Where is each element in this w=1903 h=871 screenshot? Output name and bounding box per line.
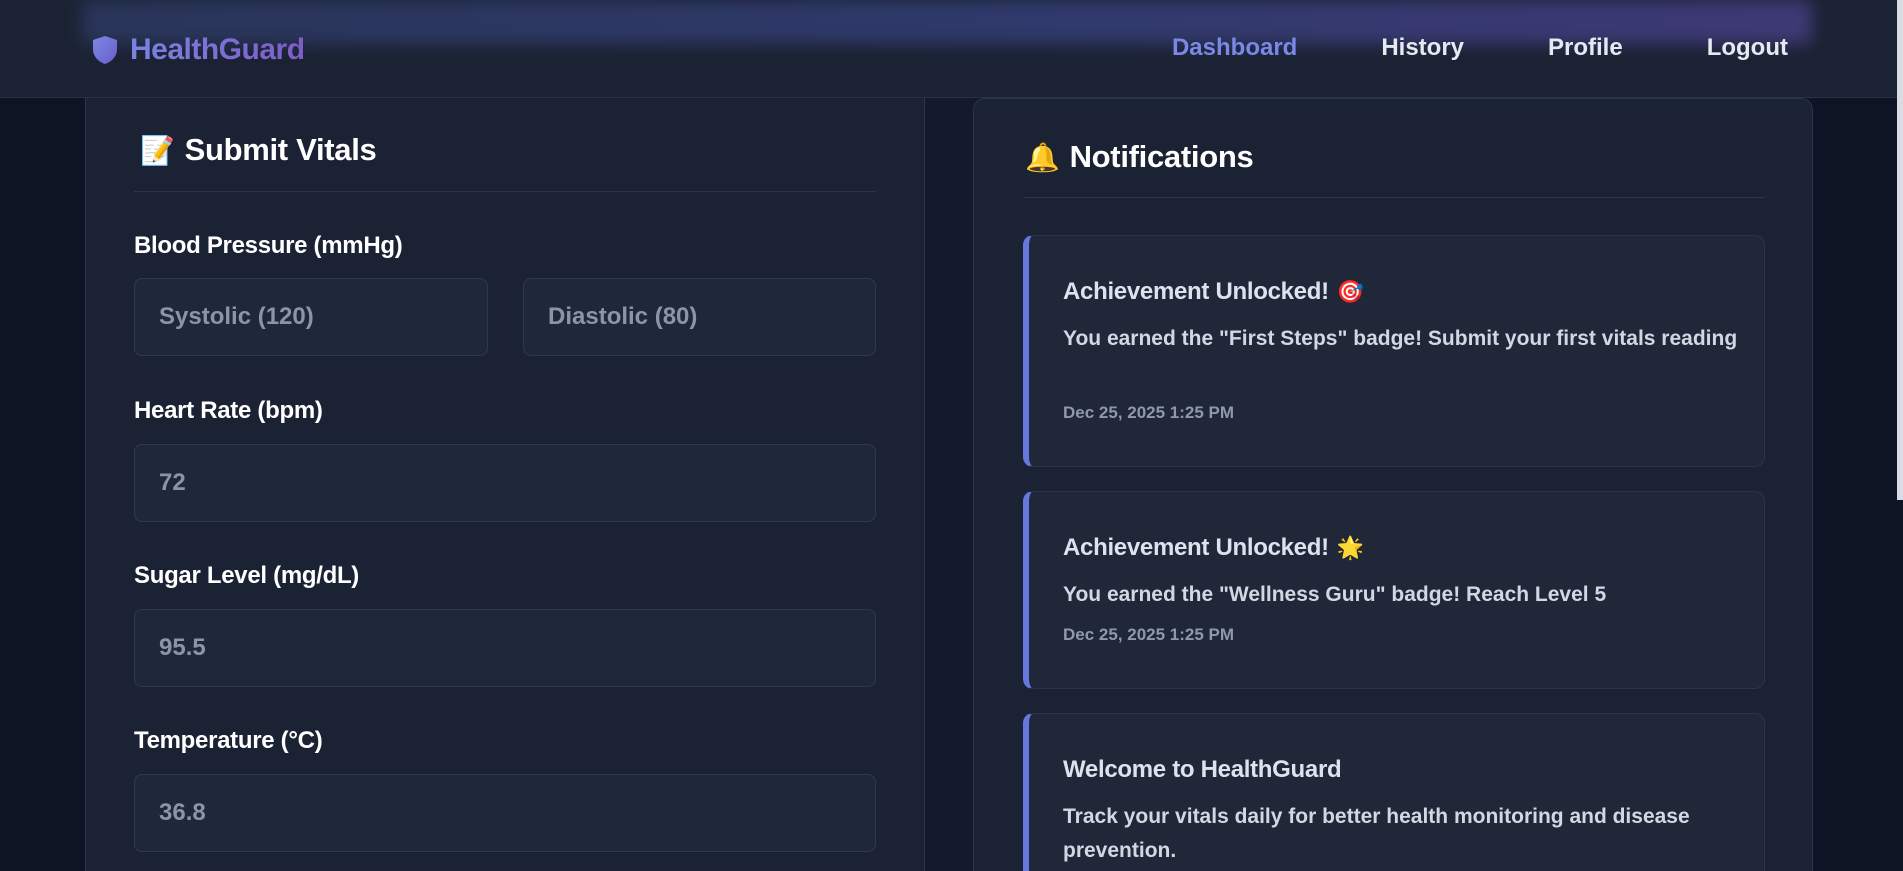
notifications-heading: Notifications [1069, 139, 1254, 174]
notification-item[interactable]: Welcome to HealthGuard Track your vitals… [1023, 713, 1765, 871]
notification-item[interactable]: Achievement Unlocked! 🌟 You earned the "… [1023, 491, 1765, 689]
notification-time: Dec 25, 2025 1:25 PM [1063, 403, 1235, 422]
title-divider [1023, 197, 1765, 198]
heart-rate-label: Heart Rate (bpm) [134, 397, 323, 424]
notification-title-text: Welcome to HealthGuard [1063, 756, 1342, 783]
notification-title-text: Achievement Unlocked! [1063, 534, 1329, 561]
notifications-title: 🔔 Notifications [1025, 139, 1254, 175]
systolic-input[interactable]: Systolic (120) [134, 278, 488, 356]
notification-title: Welcome to HealthGuard [1063, 756, 1342, 784]
notification-message: Track your vitals daily for better healt… [1063, 805, 1690, 862]
title-divider [134, 191, 876, 192]
submit-vitals-title: 📝 Submit Vitals [140, 132, 377, 168]
blood-pressure-label: Blood Pressure (mmHg) [134, 232, 403, 259]
page-scrollbar[interactable] [1897, 0, 1903, 500]
notification-title: Achievement Unlocked! 🌟 [1063, 534, 1364, 562]
brand-logo[interactable]: HealthGuard [92, 32, 305, 68]
target-icon: 🎯 [1336, 279, 1364, 305]
app-page: HealthGuard Dashboard History Profile Lo… [0, 0, 1903, 871]
submit-vitals-heading: Submit Vitals [184, 132, 377, 167]
heart-rate-input[interactable]: 72 [134, 444, 876, 522]
nav-logout[interactable]: Logout [1707, 34, 1788, 62]
notification-title-text: Achievement Unlocked! [1063, 278, 1329, 305]
brand-name: HealthGuard [130, 33, 305, 66]
memo-icon: 📝 [140, 133, 175, 167]
diastolic-input[interactable]: Diastolic (80) [523, 278, 876, 356]
sugar-level-input[interactable]: 95.5 [134, 609, 876, 687]
notification-message: You earned the "Wellness Guru" badge! Re… [1063, 583, 1607, 606]
temperature-label: Temperature (°C) [134, 727, 323, 754]
notification-time: Dec 25, 2025 1:25 PM [1063, 625, 1235, 644]
temperature-input[interactable]: 36.8 [134, 774, 876, 852]
notifications-card: 🔔 Notifications Achievement Unlocked! 🎯 … [973, 98, 1813, 871]
top-navbar: HealthGuard Dashboard History Profile Lo… [0, 0, 1903, 98]
submit-vitals-card: 📝 Submit Vitals Blood Pressure (mmHg) Sy… [85, 98, 925, 871]
nav-links: Dashboard History Profile Logout [1088, 34, 1788, 62]
bell-icon: 🔔 [1025, 140, 1060, 174]
star-icon: 🌟 [1336, 535, 1364, 561]
nav-history[interactable]: History [1381, 34, 1464, 62]
nav-profile[interactable]: Profile [1548, 34, 1623, 62]
notification-message: You earned the "First Steps" badge! Subm… [1063, 327, 1738, 350]
notification-item[interactable]: Achievement Unlocked! 🎯 You earned the "… [1023, 235, 1765, 467]
notification-title: Achievement Unlocked! 🎯 [1063, 278, 1364, 306]
shield-icon [92, 35, 118, 65]
sugar-level-label: Sugar Level (mg/dL) [134, 562, 359, 589]
nav-dashboard[interactable]: Dashboard [1172, 34, 1297, 62]
